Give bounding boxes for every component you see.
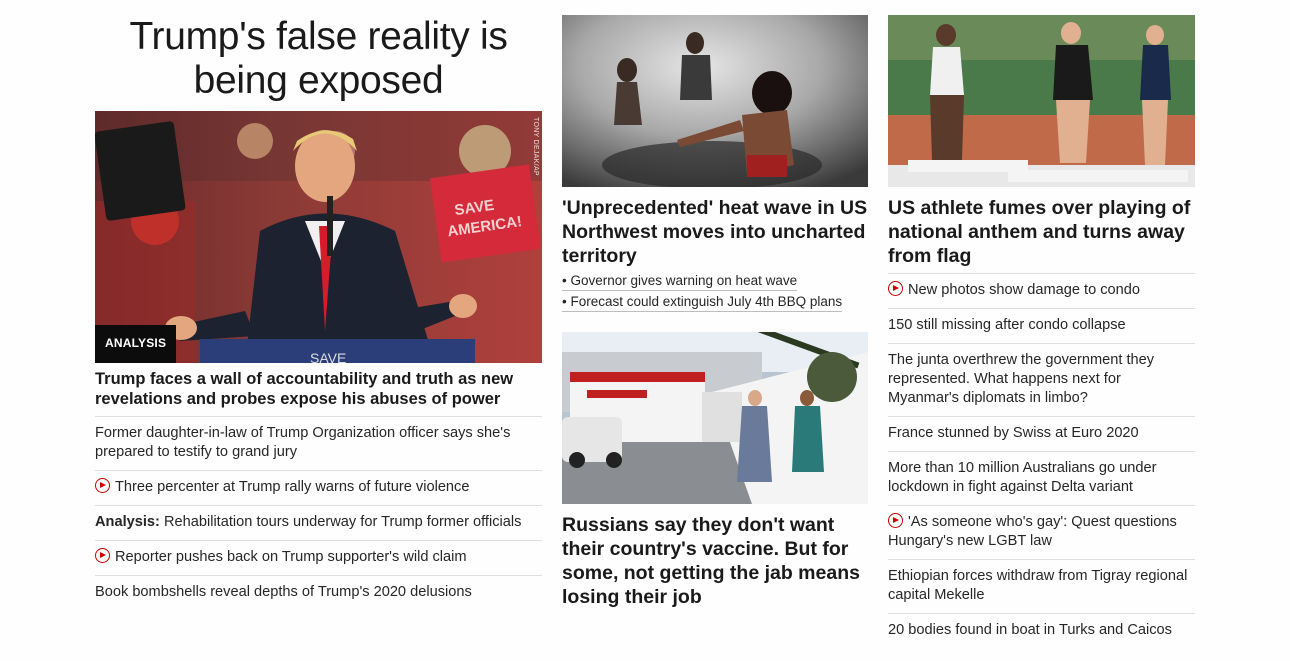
- list-item[interactable]: 150 still missing after condo collapse: [888, 308, 1195, 343]
- lead-story-title[interactable]: Trump faces a wall of accountability and…: [95, 369, 542, 409]
- heat-wave-title[interactable]: 'Unprecedented' heat wave in US Northwes…: [562, 196, 868, 268]
- play-icon: [95, 478, 110, 493]
- heat-wave-photo[interactable]: [562, 15, 868, 187]
- list-item-text: France stunned by Swiss at Euro 2020: [888, 425, 1139, 441]
- sublink-item[interactable]: • Governor gives warning on heat wave: [562, 272, 798, 291]
- athlete-anthem-photo[interactable]: [888, 15, 1195, 187]
- list-item-text: Reporter pushes back on Trump supporter'…: [115, 549, 467, 565]
- analysis-badge: ANALYSIS: [95, 325, 177, 363]
- col3-story-list: New photos show damage to condo 150 stil…: [888, 273, 1195, 648]
- russia-vaccine-image: [562, 332, 868, 504]
- svg-text:SAVE: SAVE: [310, 350, 346, 363]
- list-item[interactable]: Ethiopian forces withdraw from Tigray re…: [888, 559, 1195, 613]
- list-item-text: Book bombshells reveal depths of Trump's…: [95, 584, 472, 600]
- russia-vaccine-title[interactable]: Russians say they don't want their count…: [562, 513, 868, 609]
- list-item-text: Three percenter at Trump rally warns of …: [115, 479, 470, 495]
- play-icon: [888, 513, 903, 528]
- list-item[interactable]: Book bombshells reveal depths of Trump's…: [95, 575, 542, 610]
- heat-wave-sublinks: • Governor gives warning on heat wave • …: [562, 272, 868, 314]
- play-icon: [888, 281, 903, 296]
- heat-wave-image: [562, 15, 868, 187]
- list-item[interactable]: Three percenter at Trump rally warns of …: [95, 470, 542, 505]
- athlete-anthem-image: [888, 15, 1195, 187]
- list-item[interactable]: France stunned by Swiss at Euro 2020: [888, 416, 1195, 451]
- col1-story-list: Former daughter-in-law of Trump Organiza…: [95, 416, 542, 610]
- photo-credit: TONY DEJAK/AP: [532, 117, 539, 176]
- russia-vaccine-photo[interactable]: [562, 332, 868, 504]
- list-item[interactable]: Analysis: Rehabilitation tours underway …: [95, 505, 542, 540]
- list-item-text: 150 still missing after condo collapse: [888, 317, 1126, 333]
- list-item[interactable]: More than 10 million Australians go unde…: [888, 451, 1195, 505]
- list-item-text: The junta overthrew the government they …: [888, 352, 1155, 406]
- play-icon: [95, 548, 110, 563]
- list-item-text: Former daughter-in-law of Trump Organiza…: [95, 425, 511, 460]
- trump-rally-photo[interactable]: SAVE AMERICA! SAVE TONY DEJAK/AP ANALYSI…: [95, 111, 542, 363]
- list-item-text: Ethiopian forces withdraw from Tigray re…: [888, 568, 1188, 603]
- list-item[interactable]: Reporter pushes back on Trump supporter'…: [95, 540, 542, 575]
- list-item[interactable]: Former daughter-in-law of Trump Organiza…: [95, 416, 542, 470]
- main-headline[interactable]: Trump's false reality is being exposed: [95, 15, 542, 103]
- list-item-text: New photos show damage to condo: [908, 282, 1141, 298]
- athlete-anthem-title[interactable]: US athlete fumes over playing of nationa…: [888, 196, 1195, 268]
- list-item[interactable]: The junta overthrew the government they …: [888, 343, 1195, 416]
- list-item-text: 'As someone who's gay': Quest questions …: [888, 514, 1177, 549]
- analysis-prefix: Analysis:: [95, 514, 160, 530]
- list-item[interactable]: 20 bodies found in boat in Turks and Cai…: [888, 613, 1195, 648]
- list-item[interactable]: New photos show damage to condo: [888, 273, 1195, 308]
- list-item-text: More than 10 million Australians go unde…: [888, 460, 1157, 495]
- list-item-text: Rehabilitation tours underway for Trump …: [163, 514, 522, 530]
- list-item-text: 20 bodies found in boat in Turks and Cai…: [888, 622, 1172, 638]
- list-item[interactable]: 'As someone who's gay': Quest questions …: [888, 505, 1195, 559]
- sublink-item[interactable]: • Forecast could extinguish July 4th BBQ…: [562, 293, 843, 312]
